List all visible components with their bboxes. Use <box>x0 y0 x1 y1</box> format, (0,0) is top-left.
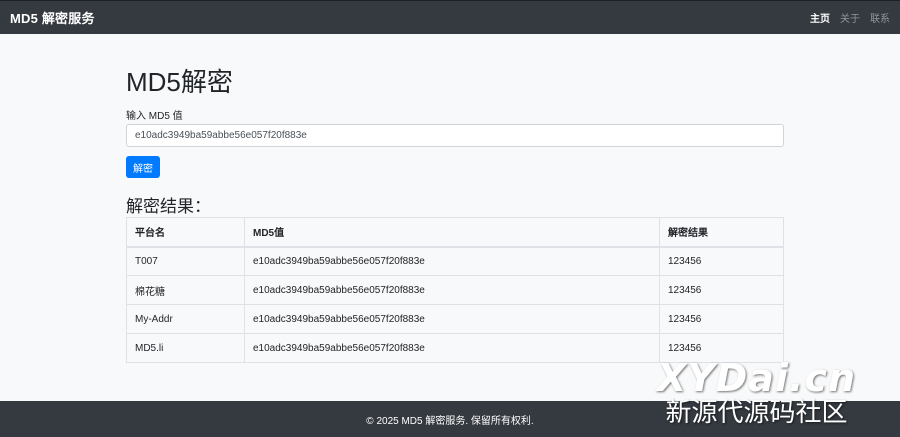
cell-platform: T007 <box>126 246 245 276</box>
navbar-brand[interactable]: MD5 解密服务 <box>10 8 95 27</box>
table-row: MD5.li e10adc3949ba59abbe56e057f20f883e … <box>126 333 784 363</box>
table-row: My-Addr e10adc3949ba59abbe56e057f20f883e… <box>126 304 784 334</box>
cell-result: 123456 <box>659 275 784 305</box>
column-header-result: 解密结果 <box>659 217 784 248</box>
column-header-platform: 平台名 <box>126 217 245 248</box>
cell-platform: My-Addr <box>126 304 245 334</box>
cell-result: 123456 <box>659 333 784 363</box>
nav-link-home[interactable]: 主页 <box>810 10 830 25</box>
table-row: 棉花糖 e10adc3949ba59abbe56e057f20f883e 123… <box>126 275 784 305</box>
results-title: 解密结果： <box>126 197 211 216</box>
cell-platform: MD5.li <box>126 333 245 363</box>
table-header-row: 平台名 MD5值 解密结果 <box>126 217 784 248</box>
md5-input-label: 输入 MD5 值 <box>126 111 183 122</box>
cell-result: 123456 <box>659 246 784 276</box>
cell-result: 123456 <box>659 304 784 334</box>
md5-input[interactable] <box>126 124 784 147</box>
cell-md5: e10adc3949ba59abbe56e057f20f883e <box>244 275 660 305</box>
nav-link-about[interactable]: 关于 <box>840 10 860 25</box>
cell-md5: e10adc3949ba59abbe56e057f20f883e <box>244 246 660 276</box>
nav-links: 主页 关于 联系 <box>810 10 890 25</box>
cell-md5: e10adc3949ba59abbe56e057f20f883e <box>244 304 660 334</box>
footer-text: © 2025 MD5 解密服务. 保留所有权利. <box>366 415 534 427</box>
cell-platform: 棉花糖 <box>126 275 245 305</box>
page-title: MD5解密 <box>126 67 233 97</box>
navbar: MD5 解密服务 主页 关于 联系 <box>0 0 900 34</box>
nav-link-contact[interactable]: 联系 <box>870 10 890 25</box>
watermark-line1: XYDai.cn <box>656 356 856 400</box>
column-header-md5: MD5值 <box>244 217 660 248</box>
decrypt-button[interactable]: 解密 <box>126 156 160 178</box>
footer: © 2025 MD5 解密服务. 保留所有权利. <box>0 401 900 437</box>
table-row: T007 e10adc3949ba59abbe56e057f20f883e 12… <box>126 246 784 276</box>
cell-md5: e10adc3949ba59abbe56e057f20f883e <box>244 333 660 363</box>
results-table: 平台名 MD5值 解密结果 T007 e10adc3949ba59abbe56e… <box>126 217 784 363</box>
